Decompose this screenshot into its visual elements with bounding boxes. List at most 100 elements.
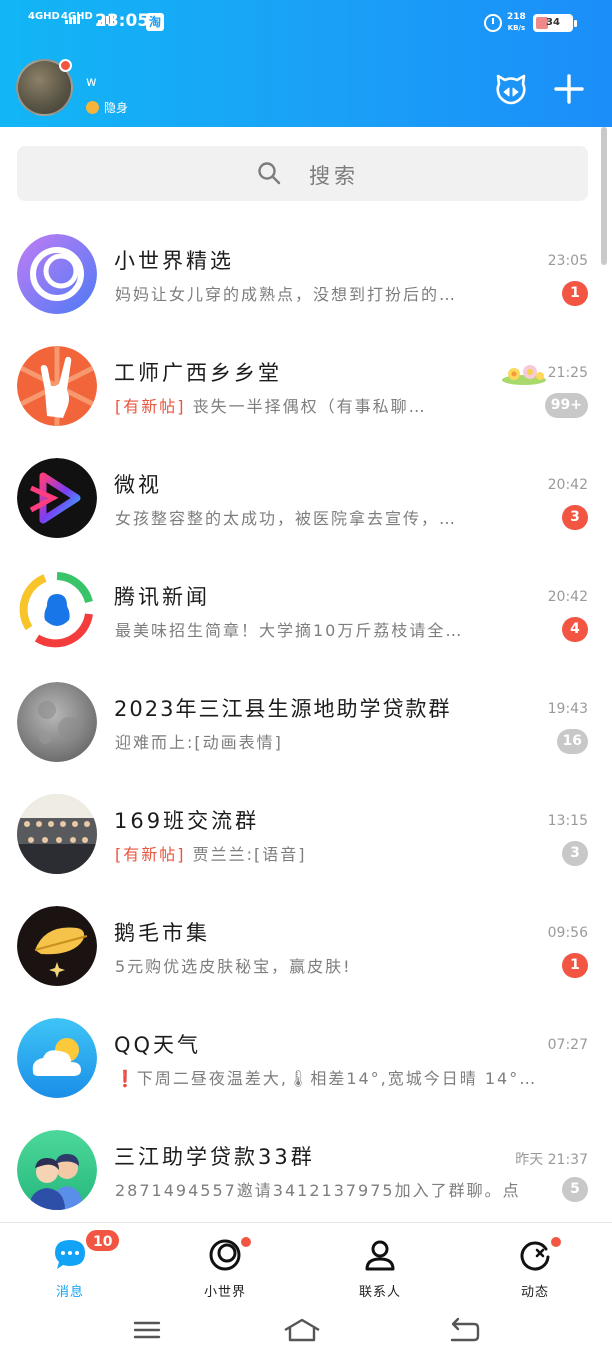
home-icon[interactable] [282, 1316, 322, 1344]
tab-label: 小世界 [203, 1285, 246, 1300]
message-preview: 最美味招生简章！大学摘10万斤荔枝请全… [115, 621, 464, 640]
message-preview: ❗下周二昼夜温差大,🌡相差14°,宽城今日晴 14°… [115, 1069, 538, 1088]
unread-badge: 1 [562, 953, 588, 978]
search-placeholder: 搜索 [309, 164, 359, 188]
penguin-face-icon[interactable] [494, 72, 528, 106]
conversation-avatar-weishi [17, 458, 97, 538]
message-bubble-icon [55, 1240, 85, 1269]
system-navigation-bar [0, 1306, 612, 1353]
search-bar[interactable]: 搜索 [17, 146, 588, 201]
conversation-item[interactable]: 小世界精选 妈妈让女儿穿的成熟点，没想到打扮后的… 23:05 1 [0, 220, 612, 332]
unread-badge: 4 [562, 617, 588, 642]
message-preview: 5元购优选皮肤秘宝，赢皮肤! [115, 957, 352, 976]
person-icon [365, 1240, 395, 1271]
conversation-item[interactable]: 2023年三江县生源地助学贷款群 迎难而上:[动画表情] 19:43 16 [0, 668, 612, 780]
conversation-title: 鹅毛市集 [114, 921, 210, 945]
conversation-item[interactable]: 169班交流群 [有新帖] 贾兰兰:[语音] 13:15 3 [0, 780, 612, 892]
unread-badge: 1 [562, 281, 588, 306]
conversation-item[interactable]: 微视 女孩整容整的太成功，被医院拿去宣传，… 20:42 3 [0, 444, 612, 556]
tab-feed[interactable]: 动态 [475, 1233, 595, 1303]
small-world-icon [209, 1239, 241, 1271]
conversation-title: 小世界精选 [114, 249, 234, 273]
avatar-notification-dot [59, 59, 72, 72]
sim2-label: 4GHD [61, 11, 93, 22]
message-preview: 女孩整容整的太成功，被医院拿去宣传，… [115, 509, 458, 528]
flower-decoration-icon [500, 360, 548, 386]
tab-unread-badge: 10 [84, 1228, 122, 1253]
invisible-status-icon [86, 101, 99, 114]
online-status[interactable]: 隐身 [86, 99, 128, 116]
conversation-preview: 迎难而上:[动画表情] [115, 729, 520, 753]
conversation-avatar-moon [17, 682, 97, 762]
conversation-title: 微视 [114, 473, 162, 497]
conversation-item[interactable]: 腾讯新闻 最美味招生简章！大学摘10万斤荔枝请全… 20:42 4 [0, 556, 612, 668]
conversation-list: 小世界精选 妈妈让女儿穿的成熟点，没想到打扮后的… 23:05 1 工师广西乡乡… [0, 220, 612, 1228]
conversation-avatar-small-world [17, 234, 97, 314]
conversation-item[interactable]: QQ天气 ❗下周二昼夜温差大,🌡相差14°,宽城今日晴 14°… 07:27 [0, 1004, 612, 1116]
conversation-avatar-group-people [17, 1130, 97, 1210]
feed-refresh-icon [520, 1241, 550, 1271]
unread-badge: 3 [562, 841, 588, 866]
message-preview: 丧失一半择偶权（有事私聊… [192, 397, 427, 416]
net-speed-value: 218 [507, 12, 526, 22]
conversation-avatar-class-photo [17, 794, 97, 874]
conversation-preview: 女孩整容整的太成功，被医院拿去宣传，… [115, 505, 520, 529]
tab-notification-dot [549, 1235, 563, 1249]
tab-label: 联系人 [358, 1285, 401, 1300]
tab-messages[interactable]: 消息 10 [10, 1228, 130, 1303]
conversation-preview: 最美味招生简章！大学摘10万斤荔枝请全… [115, 617, 520, 641]
conversation-avatar-feather [17, 906, 97, 986]
conversation-title: 169班交流群 [114, 809, 260, 833]
conversation-preview: 5元购优选皮肤秘宝，赢皮肤! [115, 953, 520, 977]
conversation-time: 13:15 [547, 813, 588, 829]
conversation-time: 20:42 [547, 477, 588, 493]
conversation-title: 腾讯新闻 [114, 585, 210, 609]
conversation-time: 07:27 [547, 1037, 588, 1053]
conversation-preview: [有新帖] 贾兰兰:[语音] [115, 841, 520, 865]
conversation-item[interactable]: 三江助学贷款33群 2871494557邀请3412137975加入了群聊。点…… [0, 1116, 612, 1228]
plus-icon[interactable] [552, 72, 586, 106]
conversation-preview: ❗下周二昼夜温差大,🌡相差14°,宽城今日晴 14°… [115, 1065, 583, 1089]
header: 4GHD 4GHD 23:05 淘 218 KB/s 34 w 隐身 [0, 0, 612, 127]
unread-badge: 99+ [544, 393, 588, 418]
conversation-preview: 2871494557邀请3412137975加入了群聊。点… [115, 1177, 520, 1201]
unread-badge: 3 [562, 505, 588, 530]
conversation-avatar-weather [17, 1018, 97, 1098]
back-icon[interactable] [444, 1316, 484, 1344]
conversation-time: 19:43 [547, 701, 588, 717]
conversation-title: 2023年三江县生源地助学贷款群 [114, 697, 452, 721]
new-post-tag: [有新帖] [115, 397, 186, 416]
message-preview: 2871494557邀请3412137975加入了群聊。点… [115, 1181, 520, 1200]
search-icon [257, 161, 281, 185]
conversation-preview: [有新帖] 丧失一半择偶权（有事私聊… [115, 393, 520, 417]
menu-icon[interactable] [127, 1316, 167, 1344]
taobao-notification-icon: 淘 [146, 13, 164, 31]
battery-level: 34 [546, 17, 560, 28]
clock: 23:05 [95, 11, 150, 31]
conversation-title: 三江助学贷款33群 [114, 1145, 315, 1169]
unread-badge: 16 [556, 729, 588, 754]
nickname: w [86, 75, 97, 90]
conversation-item[interactable]: 鹅毛市集 5元购优选皮肤秘宝，赢皮肤! 09:56 1 [0, 892, 612, 1004]
conversation-preview: 妈妈让女儿穿的成熟点，没想到打扮后的… [115, 281, 520, 305]
new-post-tag: [有新帖] [115, 845, 186, 864]
sim1-label: 4GHD [28, 11, 60, 22]
message-preview: 妈妈让女儿穿的成熟点，没想到打扮后的… [115, 285, 458, 304]
alarm-icon [484, 14, 502, 32]
message-preview: 贾兰兰:[语音] [192, 845, 307, 864]
tab-contacts[interactable]: 联系人 [320, 1233, 440, 1303]
conversation-time: 21:25 [547, 365, 588, 381]
online-status-label: 隐身 [104, 101, 129, 115]
tab-label: 消息 [55, 1285, 84, 1300]
conversation-avatar-rock-hand [17, 346, 97, 426]
net-speed: 218 KB/s [507, 12, 526, 34]
net-speed-unit: KB/s [507, 24, 526, 32]
tab-small-world[interactable]: 小世界 [165, 1233, 285, 1303]
conversation-avatar-tencent-news [17, 570, 97, 650]
conversation-time: 23:05 [547, 253, 588, 269]
tab-notification-dot [239, 1235, 253, 1249]
conversation-time: 昨天 21:37 [515, 1152, 588, 1168]
conversation-title: QQ天气 [114, 1033, 202, 1057]
conversation-item[interactable]: 工师广西乡乡堂 [有新帖] 丧失一半择偶权（有事私聊… 21:25 99+ [0, 332, 612, 444]
conversation-title: 工师广西乡乡堂 [114, 361, 282, 385]
